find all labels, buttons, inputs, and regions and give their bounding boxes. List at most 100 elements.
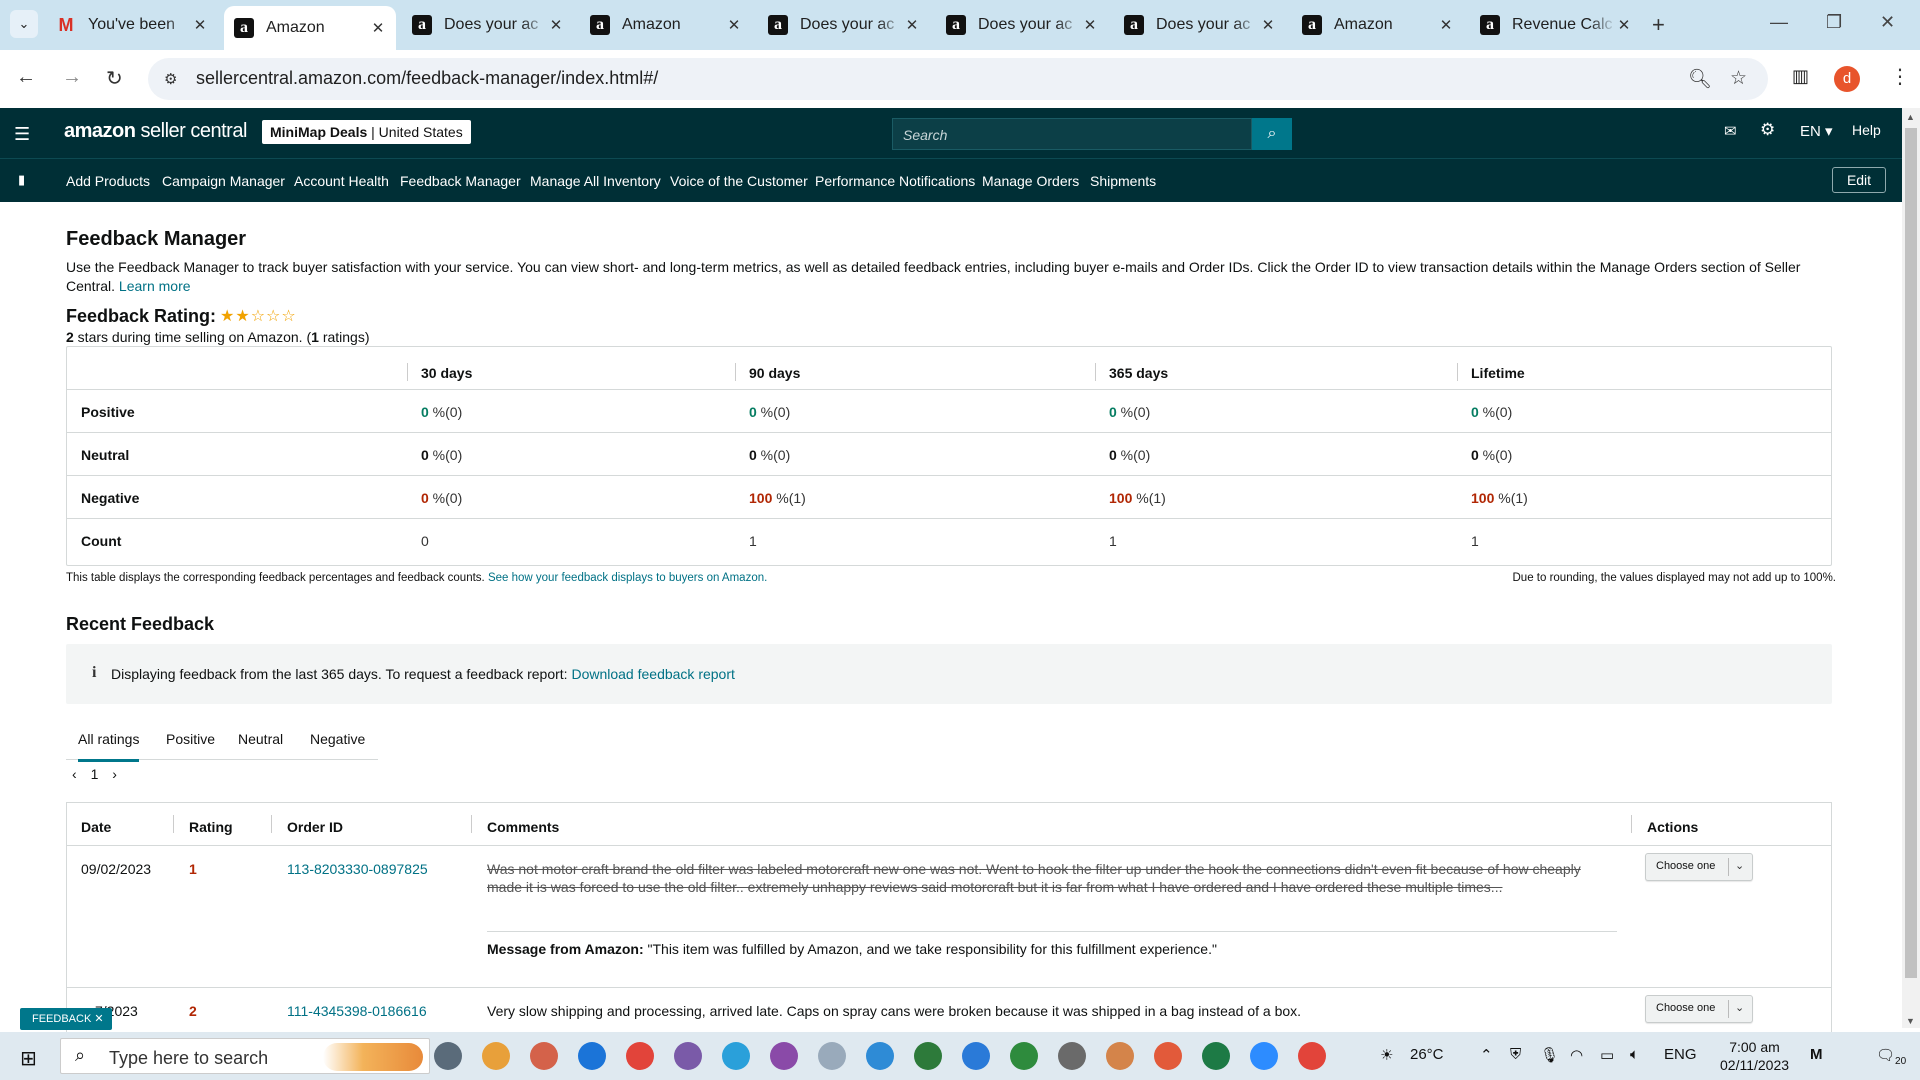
chrome-icon[interactable] bbox=[1298, 1042, 1326, 1070]
action-select[interactable]: Choose one ⌄ bbox=[1645, 853, 1753, 881]
nav-item[interactable]: Manage Orders bbox=[982, 173, 1079, 189]
help-link[interactable]: Help bbox=[1852, 122, 1881, 138]
next-page-icon[interactable]: › bbox=[112, 766, 117, 782]
browser-tab[interactable]: M You've been ✕ bbox=[46, 6, 218, 44]
browser-tab[interactable]: a Does your ac ✕ bbox=[758, 6, 930, 44]
chrome-icon[interactable] bbox=[962, 1042, 990, 1070]
minimize-button[interactable]: — bbox=[1770, 12, 1788, 33]
edge-icon[interactable] bbox=[578, 1042, 606, 1070]
reload-button[interactable]: ↻ bbox=[106, 66, 123, 91]
bookmark-icon[interactable]: ▮ bbox=[18, 172, 25, 188]
scroll-up-icon[interactable]: ▲ bbox=[1906, 112, 1915, 122]
volume-icon[interactable]: 🔈︎ bbox=[1630, 1046, 1639, 1063]
widget-icon[interactable]: M bbox=[1810, 1046, 1823, 1063]
search-input[interactable]: Search bbox=[892, 118, 1252, 150]
language-indicator[interactable]: ENG bbox=[1664, 1046, 1697, 1063]
zoom-icon[interactable]: 🔍︎ bbox=[1688, 67, 1712, 91]
close-tab-icon[interactable]: ✕ bbox=[1082, 16, 1098, 34]
search-button[interactable]: ⌕ bbox=[1252, 118, 1292, 150]
browser-tab[interactable]: a Does your ac ✕ bbox=[936, 6, 1108, 44]
close-tab-icon[interactable]: ✕ bbox=[548, 16, 564, 34]
rating-tab[interactable]: Positive bbox=[166, 731, 215, 747]
clock[interactable]: 7:00 am 02/11/2023 bbox=[1720, 1038, 1789, 1074]
url-text[interactable]: sellercentral.amazon.com/feedback-manage… bbox=[196, 68, 658, 89]
forward-button[interactable]: → bbox=[62, 66, 82, 89]
new-tab-button[interactable]: + bbox=[1652, 12, 1665, 38]
nav-item[interactable]: Account Health bbox=[294, 173, 389, 189]
feedback-display-link[interactable]: See how your feedback displays to buyers… bbox=[488, 572, 767, 584]
chrome-icon[interactable] bbox=[770, 1042, 798, 1070]
back-button[interactable]: ← bbox=[16, 66, 36, 89]
scroll-down-icon[interactable]: ▼ bbox=[1906, 1016, 1915, 1026]
photo-app-icon[interactable] bbox=[530, 1042, 558, 1070]
telegram-icon[interactable] bbox=[722, 1042, 750, 1070]
rating-tab[interactable]: Neutral bbox=[238, 731, 283, 747]
scroll-thumb[interactable] bbox=[1905, 128, 1917, 978]
rating-tab[interactable]: All ratings bbox=[78, 731, 140, 762]
tab-search-button[interactable]: ⌄ bbox=[10, 10, 38, 38]
nav-item[interactable]: Add Products bbox=[66, 173, 150, 189]
nav-item[interactable]: Performance Notifications bbox=[815, 173, 975, 189]
close-tab-icon[interactable]: ✕ bbox=[1260, 16, 1276, 34]
mail-icon[interactable]: ✉ bbox=[1724, 122, 1737, 140]
mic-icon[interactable]: 🎙︎ bbox=[1540, 1046, 1559, 1064]
chrome-icon[interactable] bbox=[914, 1042, 942, 1070]
close-tab-icon[interactable]: ✕ bbox=[726, 16, 742, 34]
page-scrollbar[interactable]: ▲ ▼ bbox=[1902, 108, 1920, 1028]
download-report-link[interactable]: Download feedback report bbox=[571, 666, 734, 682]
bookmark-star-icon[interactable]: ☆ bbox=[1730, 67, 1747, 90]
nav-item[interactable]: Feedback Manager bbox=[400, 173, 521, 189]
weather-temp[interactable]: 26°C bbox=[1410, 1046, 1444, 1063]
chrome-icon[interactable] bbox=[866, 1042, 894, 1070]
browser-tab[interactable]: a Amazon ✕ bbox=[1292, 6, 1464, 44]
chrome-icon[interactable] bbox=[674, 1042, 702, 1070]
store-switcher[interactable]: MiniMap Deals | United States bbox=[262, 120, 471, 144]
learn-more-link[interactable]: Learn more bbox=[119, 278, 191, 294]
prev-page-icon[interactable]: ‹ bbox=[72, 766, 77, 782]
battery-icon[interactable]: ▭ bbox=[1600, 1046, 1614, 1064]
nav-item[interactable]: Shipments bbox=[1090, 173, 1156, 189]
nav-item[interactable]: Campaign Manager bbox=[162, 173, 285, 189]
seller-central-logo[interactable]: amazon seller central bbox=[64, 120, 247, 143]
chrome-icon[interactable] bbox=[626, 1042, 654, 1070]
page-number[interactable]: 1 bbox=[91, 766, 99, 782]
browser-tab[interactable]: a Amazon ✕ bbox=[580, 6, 752, 44]
feedback-tag[interactable]: FEEDBACK ✕ bbox=[20, 1008, 112, 1030]
nav-item[interactable]: Manage All Inventory bbox=[530, 173, 661, 189]
order-id-link[interactable]: 113-8203330-0897825 bbox=[287, 861, 428, 877]
close-tab-icon[interactable]: ✕ bbox=[1438, 16, 1454, 34]
browser-tab[interactable]: a Does your ac ✕ bbox=[402, 6, 574, 44]
browser-tab[interactable]: a Revenue Calc ✕ bbox=[1470, 6, 1642, 44]
tray-overflow-icon[interactable]: ⌃ bbox=[1480, 1046, 1493, 1064]
wifi-icon[interactable]: ◠ bbox=[1570, 1046, 1583, 1064]
security-icon[interactable]: ⛨ bbox=[1510, 1046, 1521, 1063]
nav-item[interactable]: Voice of the Customer bbox=[670, 173, 808, 189]
action-select[interactable]: Choose one ⌄ bbox=[1645, 995, 1753, 1023]
task-view-icon[interactable] bbox=[434, 1042, 462, 1070]
chrome-icon[interactable] bbox=[1058, 1042, 1086, 1070]
browser-tab[interactable]: a Does your ac ✕ bbox=[1114, 6, 1286, 44]
site-info-icon[interactable]: ⚙ bbox=[164, 70, 177, 88]
edit-nav-button[interactable]: Edit bbox=[1832, 167, 1886, 193]
rating-tab[interactable]: Negative bbox=[310, 731, 365, 747]
close-tab-icon[interactable]: ✕ bbox=[1616, 16, 1632, 34]
hamburger-menu-icon[interactable]: ☰ bbox=[14, 124, 30, 145]
side-panel-icon[interactable]: ▥ bbox=[1792, 66, 1809, 87]
profile-avatar[interactable]: d bbox=[1834, 66, 1860, 92]
chrome-icon[interactable] bbox=[1010, 1042, 1038, 1070]
zoom-icon[interactable] bbox=[1250, 1042, 1278, 1070]
chrome-icon[interactable] bbox=[1106, 1042, 1134, 1070]
close-tab-icon[interactable]: ✕ bbox=[192, 16, 208, 34]
close-tab-icon[interactable]: ✕ bbox=[904, 16, 920, 34]
excel-icon[interactable] bbox=[1202, 1042, 1230, 1070]
notes-icon[interactable] bbox=[818, 1042, 846, 1070]
order-id-link[interactable]: 111-4345398-0186616 bbox=[287, 1003, 427, 1019]
restore-button[interactable]: ❐ bbox=[1826, 12, 1842, 33]
close-tab-icon[interactable]: ✕ bbox=[370, 19, 386, 37]
notification-icon[interactable]: 🗨︎20 bbox=[1876, 1046, 1906, 1067]
windows-start-icon[interactable]: ⊞ bbox=[20, 1046, 37, 1071]
chrome-icon[interactable] bbox=[1154, 1042, 1182, 1070]
omnibox[interactable]: ⚙ sellercentral.amazon.com/feedback-mana… bbox=[148, 58, 1768, 100]
close-window-button[interactable]: ✕ bbox=[1880, 12, 1895, 33]
settings-gear-icon[interactable]: ⚙ bbox=[1760, 120, 1775, 140]
